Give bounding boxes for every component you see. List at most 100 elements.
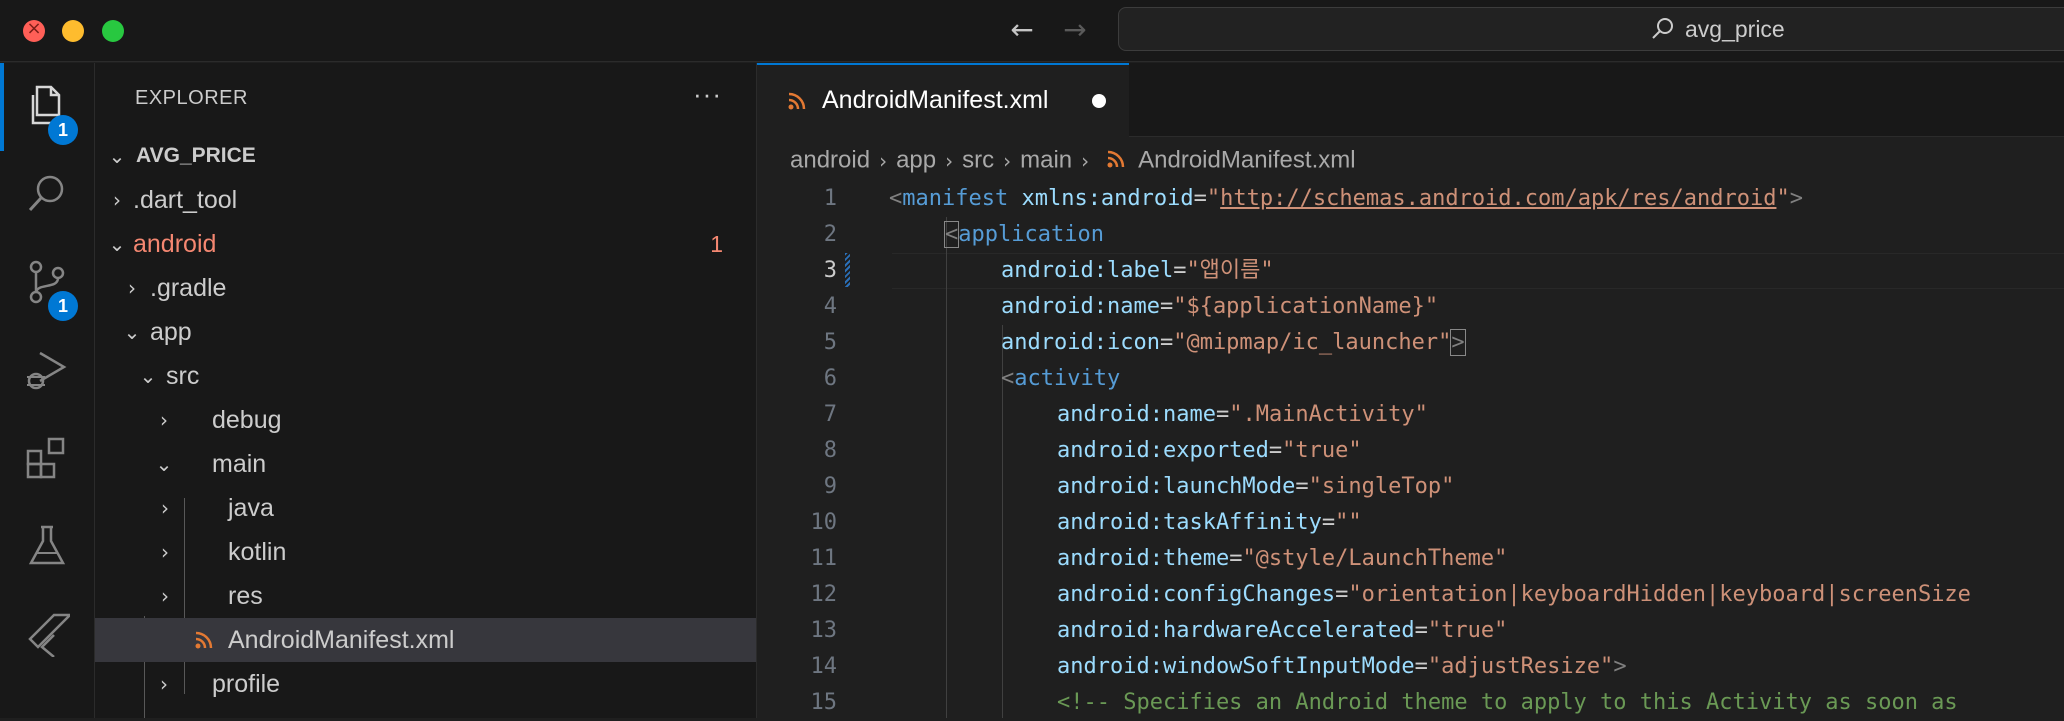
project-folder[interactable]: ⌄ AVG_PRICE bbox=[95, 134, 756, 178]
source-control-badge: 1 bbox=[48, 291, 78, 321]
editor-area: AndroidManifest.xml android › app › src › main… bbox=[757, 63, 2064, 718]
minimize-window-button[interactable] bbox=[62, 20, 84, 42]
line-number: 7 bbox=[823, 402, 837, 427]
line-number: 14 bbox=[810, 654, 838, 679]
tree-item-android[interactable]: ⌄ android 1 bbox=[95, 222, 756, 266]
tab-android-manifest[interactable]: AndroidManifest.xml bbox=[757, 63, 1129, 137]
code-token: "orientation|keyboardHidden|keyboard|scr… bbox=[1348, 582, 1971, 607]
code-token: " bbox=[1776, 186, 1790, 211]
activity-flutter[interactable] bbox=[0, 591, 95, 679]
tree-item-label: .gradle bbox=[150, 274, 227, 302]
chevron-right-icon: › bbox=[160, 408, 168, 432]
more-actions-button[interactable]: ··· bbox=[693, 79, 722, 110]
tree-item-profile[interactable]: › profile bbox=[95, 662, 756, 706]
activity-extensions[interactable] bbox=[0, 415, 95, 503]
tree-item-dart-tool[interactable]: › .dart_tool bbox=[95, 178, 756, 222]
command-center-search[interactable]: avg_price bbox=[1118, 7, 2064, 51]
rss-icon bbox=[195, 631, 213, 649]
breadcrumb-item[interactable]: app bbox=[896, 147, 936, 174]
activity-bar: 1 1 bbox=[0, 63, 95, 718]
arrow-right-icon[interactable]: → bbox=[1057, 12, 1093, 48]
code-token: android:theme bbox=[1057, 546, 1230, 571]
activity-source-control[interactable]: 1 bbox=[0, 239, 95, 327]
flask-icon bbox=[28, 525, 66, 565]
code-token: = bbox=[1414, 618, 1428, 643]
tree-item-src[interactable]: ⌄ src bbox=[95, 354, 756, 398]
chevron-right-icon: › bbox=[879, 148, 888, 173]
tree-item-label: android bbox=[133, 230, 217, 258]
code-token: = bbox=[1414, 654, 1428, 679]
arrow-left-icon[interactable]: ← bbox=[1004, 12, 1040, 48]
tree-item-main[interactable]: ⌄ main bbox=[95, 442, 756, 486]
explorer-badge: 1 bbox=[48, 115, 78, 145]
code-line: <manifest xmlns:android="http://schemas.… bbox=[889, 181, 1803, 217]
line-number: 3 bbox=[823, 258, 837, 283]
chevron-down-icon: ⌄ bbox=[123, 320, 141, 344]
chevron-right-icon: › bbox=[128, 276, 136, 300]
unsaved-dot-icon[interactable] bbox=[1092, 94, 1106, 108]
code-token: = bbox=[1159, 330, 1174, 355]
code-token: "singleTop" bbox=[1308, 474, 1455, 499]
activity-search[interactable] bbox=[0, 151, 95, 239]
code-token: < bbox=[1001, 366, 1015, 391]
activity-testing[interactable] bbox=[0, 503, 95, 591]
code-token: = bbox=[1321, 510, 1336, 535]
code-token: "true" bbox=[1282, 438, 1362, 463]
code-line: android:theme="@style/LaunchTheme" bbox=[1057, 541, 1507, 577]
line-number: 10 bbox=[810, 510, 838, 535]
tree-item-app[interactable]: ⌄ app bbox=[95, 310, 756, 354]
code-link[interactable]: http://schemas.android.com/apk/res/andro… bbox=[1220, 186, 1776, 211]
code-token: android:exported bbox=[1057, 438, 1269, 463]
tree-item-label: main bbox=[212, 450, 267, 478]
code-token: android:name bbox=[1057, 402, 1216, 427]
code-line: android:launchMode="singleTop" bbox=[1057, 469, 1454, 505]
code-token: "${applicationName}" bbox=[1173, 294, 1439, 319]
code-line: android:hardwareAccelerated="true" bbox=[1057, 613, 1507, 649]
chevron-down-icon: ⌄ bbox=[139, 364, 157, 388]
chevron-right-icon: › bbox=[161, 540, 169, 564]
code-token: = bbox=[1193, 186, 1207, 211]
code-token: "adjustResize" bbox=[1427, 654, 1614, 679]
breadcrumb-item[interactable]: AndroidManifest.xml bbox=[1138, 147, 1355, 174]
tree-item-android-manifest[interactable]: AndroidManifest.xml bbox=[95, 618, 756, 662]
code-token: android:icon bbox=[1001, 330, 1160, 355]
editor-tabs: AndroidManifest.xml bbox=[757, 63, 2064, 137]
tree-item-label: src bbox=[166, 362, 200, 390]
breadcrumb-item[interactable]: src bbox=[962, 147, 994, 174]
chevron-right-icon: › bbox=[161, 496, 169, 520]
project-name: AVG_PRICE bbox=[136, 144, 256, 167]
code-line: android:label="앱이름" bbox=[1001, 253, 1274, 289]
tree-item-java[interactable]: › java bbox=[95, 486, 756, 530]
code-token: android:windowSoftInputMode bbox=[1057, 654, 1415, 679]
tree-item-gradle[interactable]: › .gradle bbox=[95, 266, 756, 310]
activity-run-debug[interactable] bbox=[0, 327, 95, 415]
line-number: 5 bbox=[823, 330, 837, 355]
tree-item-label: debug bbox=[212, 406, 282, 434]
zoom-window-button[interactable] bbox=[102, 20, 124, 42]
tree-item-res[interactable]: › res bbox=[95, 574, 756, 618]
code-token: " bbox=[1206, 186, 1221, 211]
tree-item-label: .dart_tool bbox=[133, 186, 238, 214]
line-number: 9 bbox=[823, 474, 837, 499]
modified-line-indicator bbox=[845, 253, 850, 287]
tree-item-debug[interactable]: › debug bbox=[95, 398, 756, 442]
problem-count: 1 bbox=[710, 231, 723, 257]
tree-item-label: res bbox=[228, 582, 263, 610]
line-number: 8 bbox=[823, 438, 837, 463]
code-token: = bbox=[1295, 474, 1309, 499]
line-number: 11 bbox=[810, 546, 838, 571]
search-icon bbox=[28, 175, 64, 212]
activity-explorer[interactable]: 1 bbox=[0, 63, 95, 151]
code-token: android:label bbox=[1001, 258, 1174, 283]
breadcrumb-item[interactable]: android bbox=[790, 147, 870, 174]
code-token: application bbox=[958, 222, 1104, 247]
code-editor[interactable]: 1 2 3 4 5 6 7 8 9 10 11 12 13 14 15 <man… bbox=[757, 181, 2064, 718]
close-window-button[interactable] bbox=[23, 18, 45, 42]
code-token: activity bbox=[1014, 366, 1121, 391]
code-token: android:launchMode bbox=[1057, 474, 1296, 499]
code-token: "@mipmap/ic_launcher" bbox=[1173, 330, 1452, 355]
code-token: android:hardwareAccelerated bbox=[1057, 618, 1415, 643]
tree-item-kotlin[interactable]: › kotlin bbox=[95, 530, 756, 574]
flutter-icon bbox=[28, 613, 70, 657]
breadcrumb-item[interactable]: main bbox=[1020, 147, 1072, 174]
